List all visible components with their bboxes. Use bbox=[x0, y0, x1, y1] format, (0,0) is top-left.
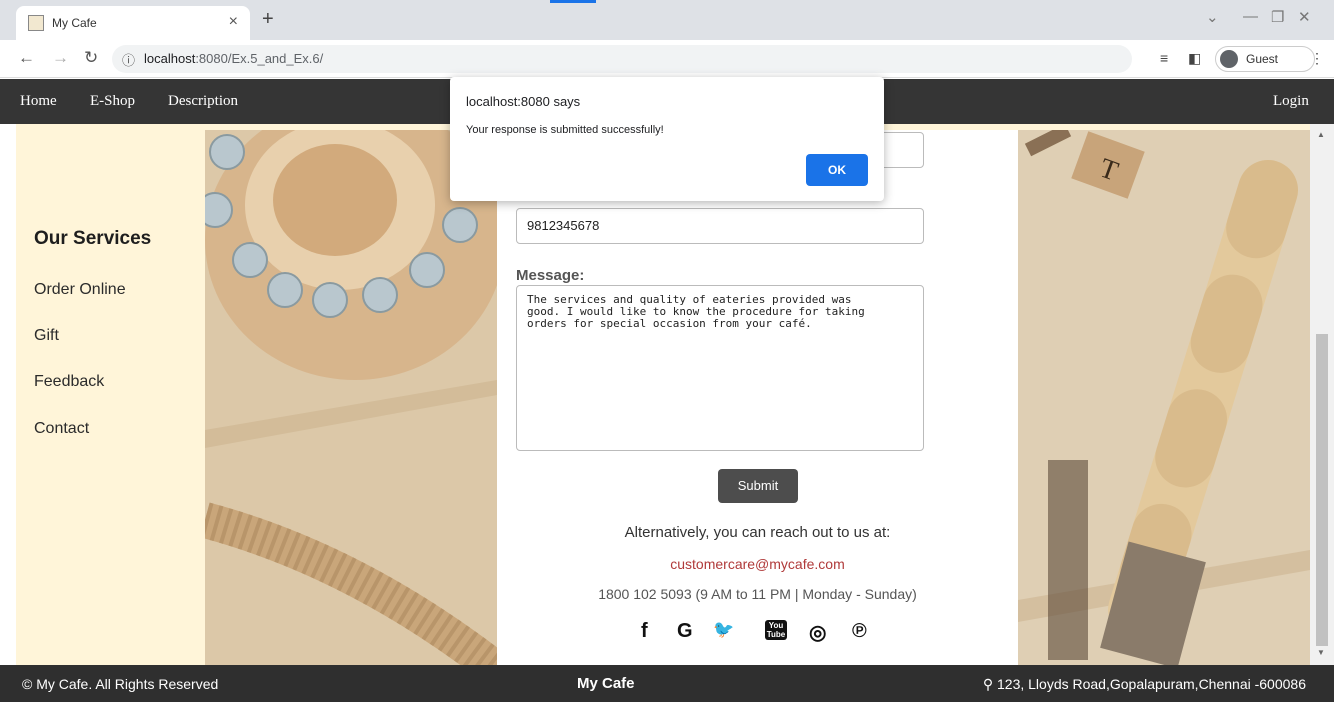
tab-close-icon[interactable]: × bbox=[229, 13, 238, 31]
contact-email-link[interactable]: customercare@mycafe.com bbox=[497, 556, 1018, 572]
page-scrollbar[interactable]: ▲ ▼ bbox=[1310, 124, 1334, 665]
submit-button[interactable]: Submit bbox=[718, 469, 798, 503]
services-sidebar: Our Services Order Online Gift Feedback … bbox=[16, 124, 205, 665]
scroll-down-icon[interactable]: ▼ bbox=[1317, 648, 1325, 657]
browser-menu-icon[interactable]: ⋮ bbox=[1310, 50, 1324, 67]
url-text: localhost:8080/Ex.5_and_Ex.6/ bbox=[144, 51, 324, 66]
nav-description[interactable]: Description bbox=[168, 93, 238, 110]
alternative-contact-text: Alternatively, you can reach out to us a… bbox=[624, 524, 891, 541]
forward-arrow-icon[interactable]: → bbox=[52, 48, 69, 68]
reading-list-icon[interactable]: ≡ bbox=[1160, 50, 1168, 66]
guest-label: Guest bbox=[1246, 52, 1279, 66]
mobile-field[interactable]: 9812345678 bbox=[516, 208, 924, 244]
message-label: Message: bbox=[516, 267, 585, 284]
window-close-icon[interactable]: ✕ bbox=[1298, 8, 1311, 26]
dialog-origin: localhost:8080 says bbox=[466, 94, 581, 109]
nav-eshop[interactable]: E-Shop bbox=[90, 93, 135, 110]
youtube-icon[interactable]: You Tube bbox=[765, 620, 787, 640]
sidebar-item-contact[interactable]: Contact bbox=[34, 420, 89, 438]
guest-profile-button[interactable]: Guest bbox=[1215, 46, 1315, 72]
tab-title: My Cafe bbox=[52, 16, 97, 30]
instagram-icon[interactable]: ◎ bbox=[809, 620, 826, 645]
alert-dialog: localhost:8080 says Your response is sub… bbox=[450, 77, 884, 201]
twitter-icon[interactable]: 🐦 bbox=[713, 620, 734, 640]
url-bar[interactable]: ⓘ localhost:8080/Ex.5_and_Ex.6/ bbox=[112, 45, 1132, 73]
footer-address-text: 123, Lloyds Road,Gopalapuram,Chennai -60… bbox=[997, 676, 1306, 692]
sidebar-item-feedback[interactable]: Feedback bbox=[34, 373, 104, 391]
address-toolbar: ← → ↻ ⓘ localhost:8080/Ex.5_and_Ex.6/ ≡ … bbox=[0, 40, 1334, 78]
dialog-ok-button[interactable]: OK bbox=[806, 154, 868, 186]
telephone-handset-image: T bbox=[1018, 130, 1310, 665]
dialog-message: Your response is submitted successfully! bbox=[466, 124, 664, 136]
pinterest-icon[interactable]: ℗ bbox=[852, 620, 867, 643]
browser-tab-bar: My Cafe × + ⌄ — ❐ ✕ bbox=[0, 0, 1334, 40]
google-icon[interactable]: G bbox=[677, 620, 693, 643]
browser-tab[interactable]: My Cafe × bbox=[16, 6, 250, 40]
site-info-icon[interactable]: ⓘ bbox=[122, 50, 135, 69]
map-marker-icon: ⚲ bbox=[982, 676, 997, 692]
tab-indicator bbox=[550, 0, 596, 3]
contact-phone: 1800 102 5093 (9 AM to 11 PM | Monday - … bbox=[598, 586, 917, 602]
minimize-icon[interactable]: — bbox=[1243, 8, 1258, 25]
back-arrow-icon[interactable]: ← bbox=[18, 48, 35, 68]
message-textarea[interactable]: The services and quality of eateries pro… bbox=[516, 285, 924, 451]
rotary-phone-image bbox=[205, 130, 497, 665]
facebook-icon[interactable]: f bbox=[641, 620, 648, 643]
tab-search-chevron-icon[interactable]: ⌄ bbox=[1206, 8, 1219, 26]
sidebar-item-order-online[interactable]: Order Online bbox=[34, 281, 126, 299]
footer-brand: My Cafe bbox=[577, 675, 635, 692]
scroll-up-icon[interactable]: ▲ bbox=[1317, 130, 1325, 139]
footer-copyright: © My Cafe. All Rights Reserved bbox=[22, 676, 219, 692]
footer-address: ⚲ 123, Lloyds Road,Gopalapuram,Chennai -… bbox=[983, 676, 1306, 693]
side-panel-icon[interactable]: ◧ bbox=[1188, 50, 1201, 67]
sidebar-item-gift[interactable]: Gift bbox=[34, 327, 59, 345]
services-heading: Our Services bbox=[34, 228, 152, 249]
scroll-thumb[interactable] bbox=[1316, 334, 1328, 646]
site-footer: © My Cafe. All Rights Reserved My Cafe ⚲… bbox=[0, 665, 1334, 702]
nav-login[interactable]: Login bbox=[1273, 93, 1309, 110]
nav-home[interactable]: Home bbox=[20, 93, 57, 110]
restore-icon[interactable]: ❐ bbox=[1271, 8, 1284, 26]
cafe-favicon-icon bbox=[28, 15, 44, 31]
new-tab-icon[interactable]: + bbox=[262, 8, 274, 31]
profile-avatar-icon bbox=[1220, 50, 1238, 68]
page-body: Our Services Order Online Gift Feedback … bbox=[16, 124, 1310, 665]
feedback-form: Mobile: 9812345678 Message: The services… bbox=[497, 130, 1018, 665]
reload-icon[interactable]: ↻ bbox=[84, 48, 98, 68]
